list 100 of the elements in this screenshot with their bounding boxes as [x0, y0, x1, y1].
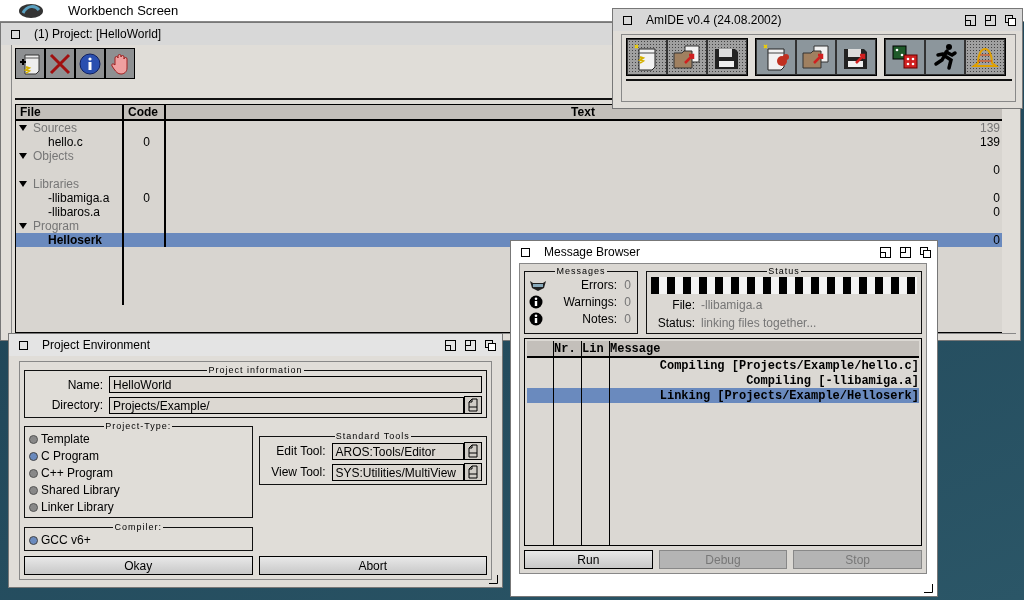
expand-arrow-icon[interactable]: [19, 153, 27, 159]
toolbar-button[interactable]: [925, 39, 965, 75]
field-label: View Tool:: [270, 465, 326, 479]
screen-title: Workbench Screen: [68, 3, 179, 18]
close-icon[interactable]: [11, 29, 20, 39]
folder-icon: [671, 43, 703, 71]
close-icon[interactable]: [521, 247, 530, 257]
window-title: Message Browser: [544, 245, 641, 259]
message-row[interactable]: Linking [Projects/Example/Helloserk]: [527, 388, 919, 403]
window-title: (1) Project: [HelloWorld]: [34, 27, 162, 41]
file-row[interactable]: -llibamiga.a 0 0: [16, 191, 1002, 205]
field-label: Status:: [656, 315, 695, 330]
okay-button[interactable]: Okay: [24, 556, 253, 575]
dice-icon: [889, 43, 921, 71]
column-header[interactable]: File: [16, 105, 122, 119]
file-row[interactable]: hello.c 0 139: [16, 135, 1002, 149]
radio-option[interactable]: Linker Library: [29, 500, 248, 514]
table-cell: 139: [979, 135, 1000, 149]
folder-icon: [800, 43, 832, 71]
close-icon[interactable]: [19, 340, 28, 350]
table-cell: 0: [143, 135, 150, 149]
file-select-button[interactable]: [464, 442, 482, 460]
table-cell: 0: [143, 191, 150, 205]
abort-button[interactable]: Abort: [258, 556, 487, 575]
action-button[interactable]: Run: [524, 550, 653, 569]
count-value: 0: [623, 295, 631, 309]
close-icon[interactable]: [623, 15, 632, 25]
message-text: Compiling [Projects/Example/hello.c]: [659, 358, 919, 373]
column-header[interactable]: Nr.: [553, 341, 581, 356]
file-name: hello.c: [48, 135, 83, 149]
info-icon: [529, 312, 543, 326]
table-cell: 139: [979, 121, 1000, 135]
field-label: Edit Tool:: [275, 444, 326, 458]
file-name: -llibaros.a: [48, 205, 101, 219]
maximize-icon[interactable]: [985, 14, 996, 26]
window-title: AmIDE v0.4 (24.08.2002): [646, 13, 782, 27]
field-label: File:: [671, 297, 695, 312]
toolbar-button[interactable]: [75, 48, 105, 79]
table-cell: 0: [993, 205, 1000, 219]
info-icon: [78, 51, 102, 76]
depth-icon[interactable]: [485, 339, 496, 351]
add-document-icon: [18, 51, 42, 76]
toolbar-button[interactable]: [15, 48, 45, 79]
text-field[interactable]: SYS:Utilities/MultiView: [331, 463, 464, 481]
depth-icon[interactable]: [1005, 14, 1016, 26]
maximize-icon[interactable]: [465, 339, 476, 351]
message-text: Linking [Projects/Example/Helloserk]: [659, 388, 919, 403]
table-cell: 0: [993, 163, 1000, 177]
file-select-button[interactable]: [464, 463, 482, 481]
expand-arrow-icon[interactable]: [19, 181, 27, 187]
group-title: Messages: [555, 267, 607, 276]
resize-handle-icon[interactable]: [489, 575, 498, 584]
maximize-icon[interactable]: [900, 246, 911, 258]
file-icon: [468, 444, 478, 458]
file-row[interactable]: -llibaros.a 0: [16, 205, 1002, 219]
file-select-button[interactable]: [464, 396, 482, 414]
toolbar-button[interactable]: [836, 39, 876, 75]
toolbar-button[interactable]: [105, 48, 135, 79]
count-value: 0: [623, 312, 631, 326]
resize-handle-icon[interactable]: [924, 584, 933, 593]
file-row[interactable]: 0: [16, 163, 1002, 177]
column-header[interactable]: Lin: [581, 341, 609, 356]
radio-option[interactable]: Shared Library: [29, 483, 248, 497]
status-value: linking files together...: [701, 315, 817, 330]
count-label: Warnings:: [562, 295, 617, 309]
file-name: Helloserk: [48, 233, 103, 247]
group-title: Compiler:: [113, 523, 163, 532]
table-cell: 0: [993, 233, 1000, 247]
count-value: 0: [623, 278, 631, 292]
new-document-icon: [760, 43, 792, 71]
count-label: Notes:: [581, 312, 617, 326]
hand-icon: [110, 51, 130, 76]
depth-icon[interactable]: [920, 246, 931, 258]
expand-arrow-icon[interactable]: [19, 125, 27, 131]
zoom-icon[interactable]: [445, 339, 456, 351]
status-value: -llibamiga.a: [701, 297, 763, 312]
message-row[interactable]: Compiling [Projects/Example/hello.c]: [527, 358, 919, 373]
field-label: Name:: [66, 377, 103, 392]
text-field[interactable]: Projects/Example/: [109, 396, 464, 414]
message-text: Compiling [-llibamiga.a]: [746, 373, 919, 388]
group-title: Status: [767, 267, 801, 276]
column-header[interactable]: Code: [122, 105, 164, 119]
zoom-icon[interactable]: [880, 246, 891, 258]
toolbar-button[interactable]: [796, 39, 836, 75]
toolbar-button[interactable]: [756, 39, 796, 75]
radio-option[interactable]: Template: [29, 432, 248, 446]
table-cell: 0: [993, 191, 1000, 205]
radio-option[interactable]: C++ Program: [29, 466, 248, 480]
radio-option[interactable]: C Program: [29, 449, 248, 463]
delete-icon: [48, 51, 72, 76]
zoom-icon[interactable]: [965, 14, 976, 26]
expand-arrow-icon[interactable]: [19, 223, 27, 229]
group-title: Project-Type:: [104, 422, 173, 431]
radio-option[interactable]: GCC v6+: [29, 533, 248, 547]
text-field[interactable]: AROS:Tools/Editor: [331, 442, 464, 460]
toolbar-button[interactable]: [45, 48, 75, 79]
field-label: Directory:: [50, 398, 103, 412]
group-title: Project information: [207, 366, 304, 375]
text-field[interactable]: HelloWorld: [109, 376, 482, 393]
column-header[interactable]: Message: [609, 341, 919, 356]
